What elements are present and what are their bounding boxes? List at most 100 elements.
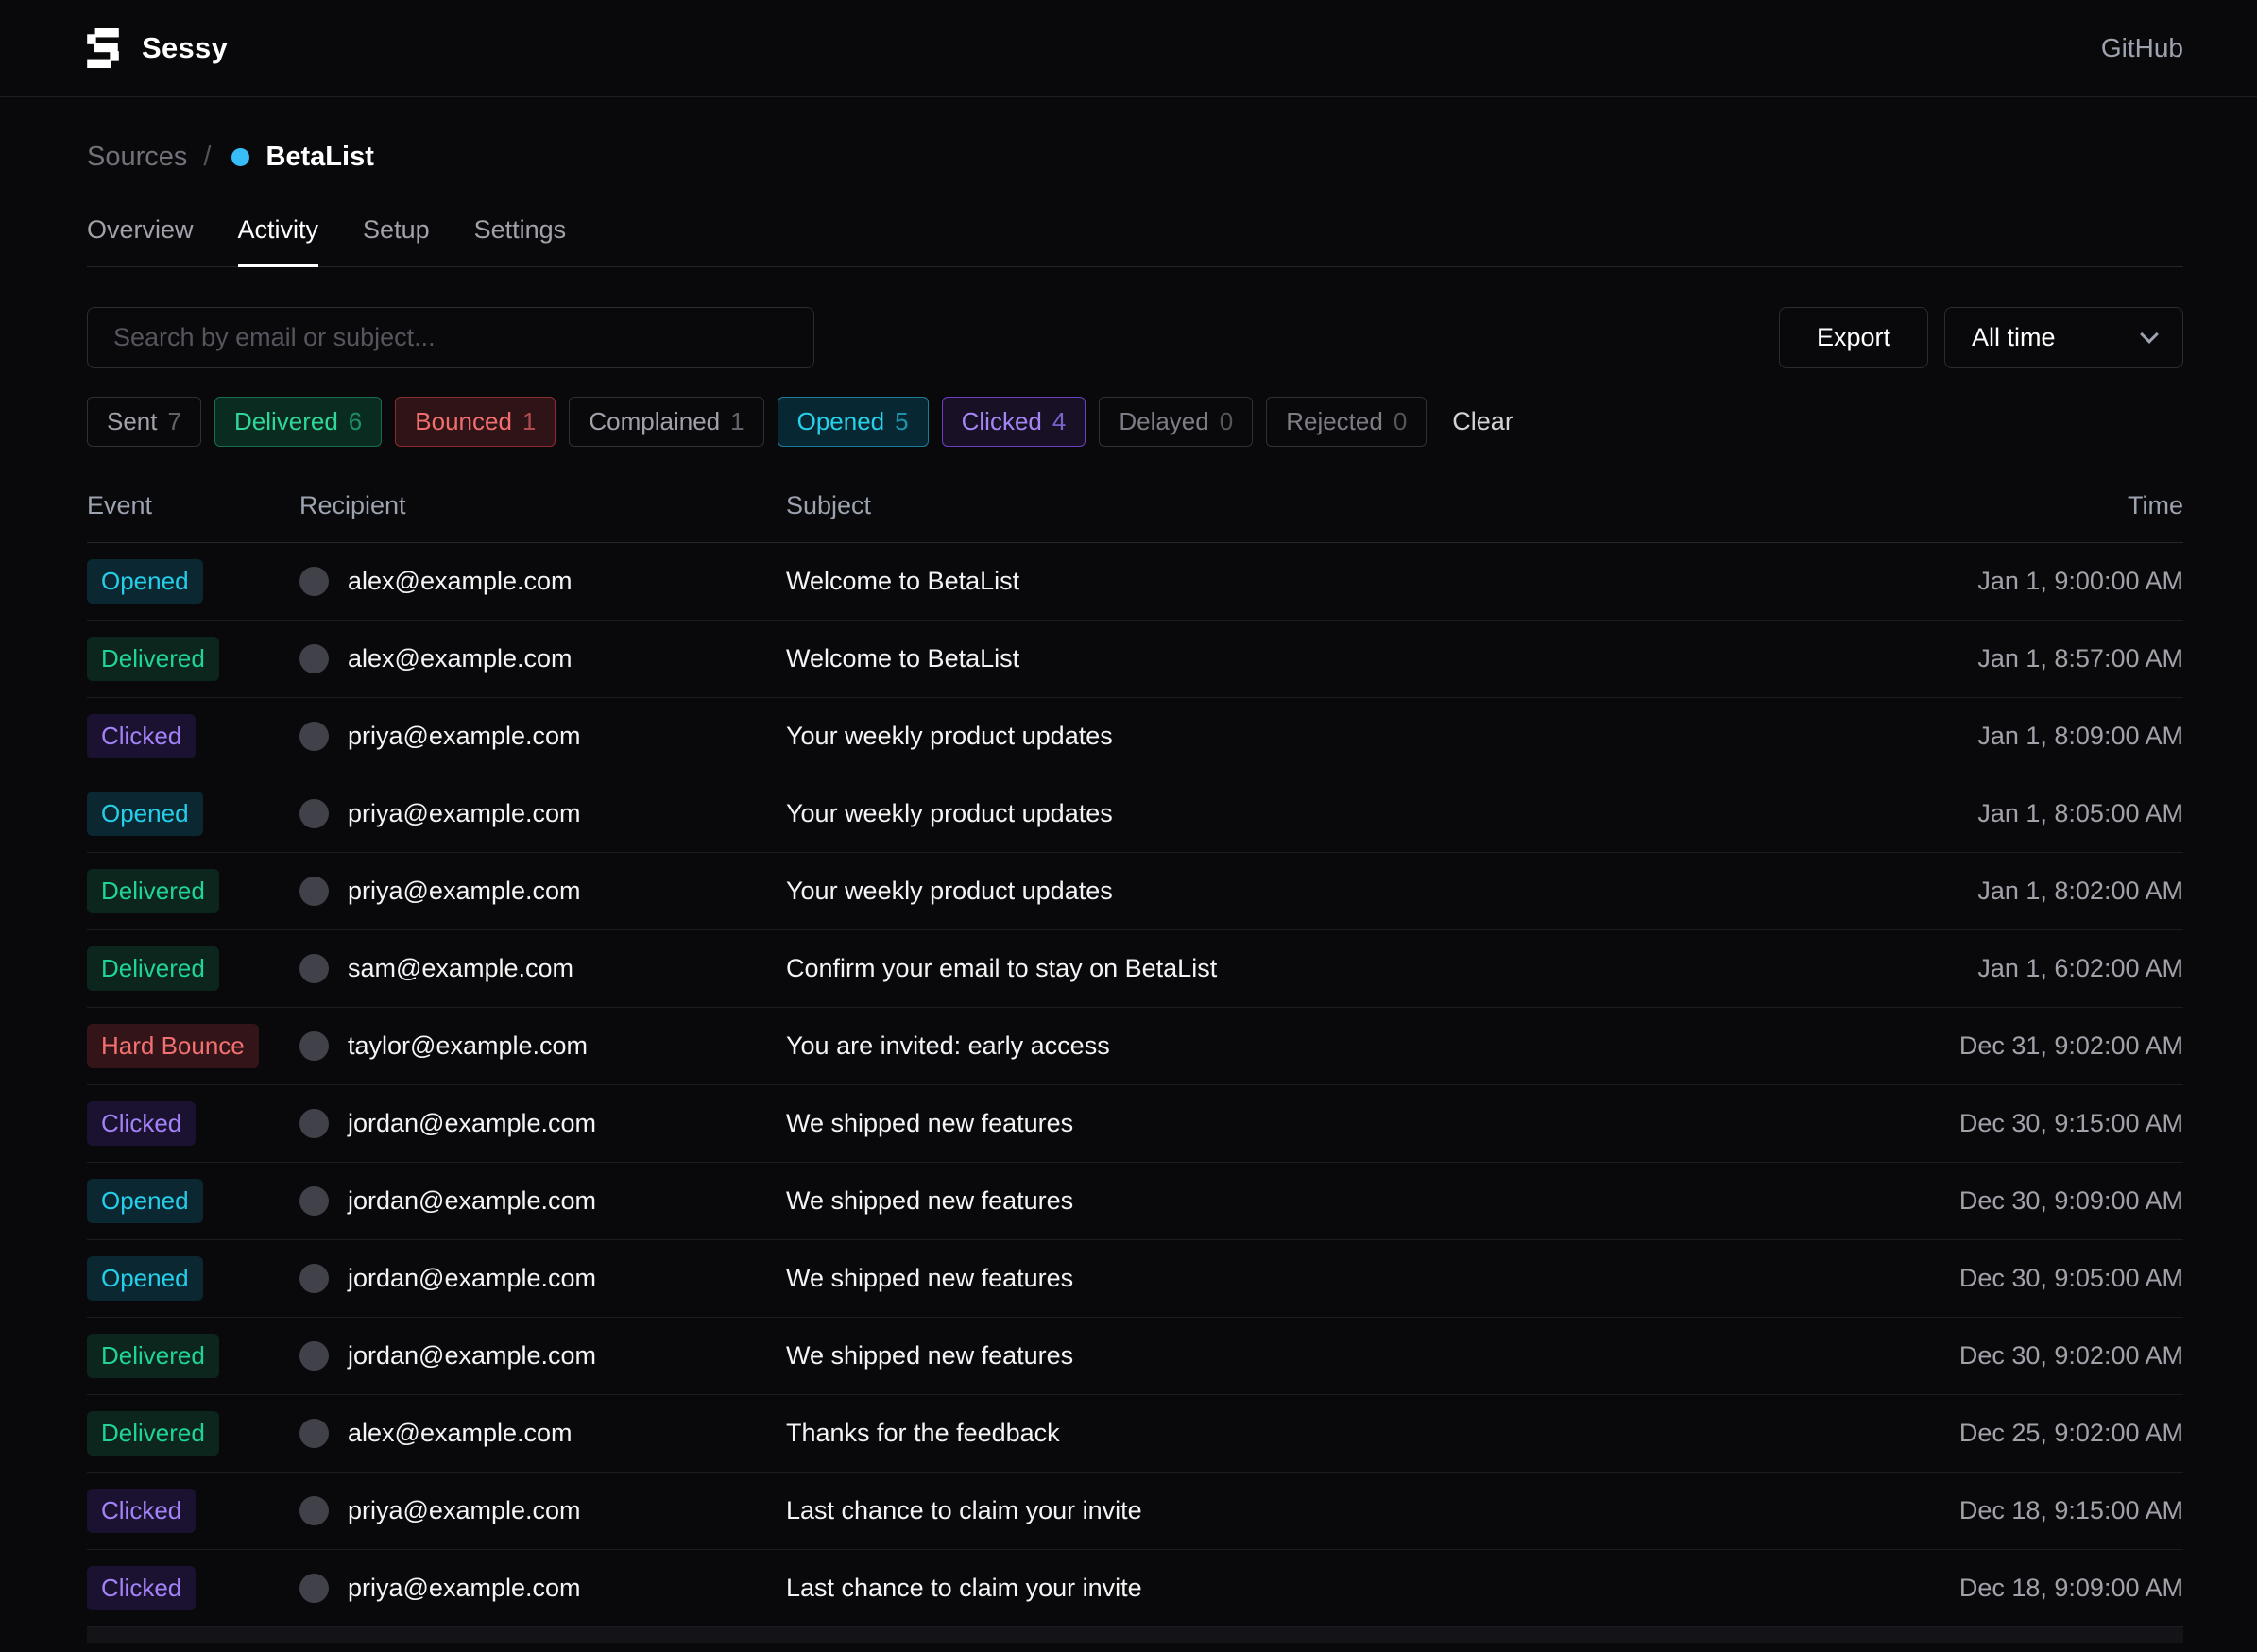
topbar: Sessy GitHub — [0, 0, 2257, 97]
table-row[interactable]: Clickedpriya@example.comLast chance to c… — [87, 1473, 2183, 1550]
avatar — [299, 954, 329, 983]
recipient-cell: taylor@example.com — [299, 1031, 786, 1061]
recipient-cell: jordan@example.com — [299, 1341, 786, 1371]
filter-chips: Sent7 Delivered6 Bounced1 Complained 1 Opened… — [87, 397, 2183, 447]
chip-count: 5 — [895, 407, 908, 436]
github-link[interactable]: GitHub — [2101, 33, 2183, 63]
chip-count: 1 — [730, 407, 744, 436]
avatar — [299, 1341, 329, 1371]
header-subject: Subject — [786, 491, 1777, 520]
filter-chip-rejected[interactable]: Rejected0 — [1266, 397, 1427, 447]
table-row[interactable]: Openedalex@example.comWelcome to BetaLis… — [87, 543, 2183, 621]
header-time: Time — [1777, 491, 2183, 520]
event-badge: Delivered — [87, 1334, 219, 1378]
email-subject: We shipped new features — [786, 1341, 1777, 1371]
event-cell: Hard Bounce — [87, 1024, 299, 1068]
chip-count: 1 — [522, 407, 536, 436]
tab-settings[interactable]: Settings — [474, 215, 567, 267]
recipient-cell: jordan@example.com — [299, 1109, 786, 1138]
table-row[interactable]: Deliveredsam@example.comConfirm your ema… — [87, 930, 2183, 1008]
event-time: Dec 18, 9:09:00 AM — [1777, 1574, 2183, 1603]
email-subject: Confirm your email to stay on BetaList — [786, 954, 1777, 983]
filter-chip-bounced[interactable]: Bounced1 — [395, 397, 556, 447]
search-input[interactable] — [87, 307, 814, 368]
avatar — [299, 877, 329, 906]
event-cell: Delivered — [87, 637, 299, 681]
filter-chip-complained[interactable]: Complained 1 — [569, 397, 763, 447]
recipient-cell: alex@example.com — [299, 644, 786, 673]
event-cell: Opened — [87, 559, 299, 604]
avatar — [299, 567, 329, 596]
chip-label: Sent — [107, 407, 158, 436]
tab-overview[interactable]: Overview — [87, 215, 194, 267]
clear-filters-button[interactable]: Clear — [1452, 407, 1513, 436]
recipient-email: alex@example.com — [348, 567, 573, 596]
events-table: Openedalex@example.comWelcome to BetaLis… — [87, 543, 2183, 1627]
table-row[interactable]: Clickedpriya@example.comYour weekly prod… — [87, 698, 2183, 775]
recipient-email: taylor@example.com — [348, 1031, 588, 1061]
table-row[interactable]: Clickedpriya@example.comLast chance to c… — [87, 1550, 2183, 1627]
recipient-cell: alex@example.com — [299, 1419, 786, 1448]
recipient-cell: priya@example.com — [299, 1496, 786, 1525]
chip-count: 6 — [349, 407, 362, 436]
event-badge: Opened — [87, 559, 203, 604]
filter-chip-clicked[interactable]: Clicked4 — [942, 397, 1086, 447]
avatar — [299, 1264, 329, 1293]
brand: Sessy — [87, 28, 228, 68]
event-badge: Clicked — [87, 714, 196, 758]
email-subject: Your weekly product updates — [786, 799, 1777, 828]
table-row[interactable]: Openedpriya@example.comYour weekly produ… — [87, 775, 2183, 853]
email-subject: We shipped new features — [786, 1186, 1777, 1216]
event-badge: Delivered — [87, 946, 219, 991]
recipient-email: alex@example.com — [348, 1419, 573, 1448]
event-time: Jan 1, 6:02:00 AM — [1777, 954, 2183, 983]
filter-chip-delayed[interactable]: Delayed 0 — [1099, 397, 1253, 447]
chip-label: Complained — [589, 407, 720, 436]
table-row[interactable]: Clickedjordan@example.comWe shipped new … — [87, 1085, 2183, 1163]
event-badge: Clicked — [87, 1101, 196, 1146]
table-row[interactable]: Openedjordan@example.comWe shipped new f… — [87, 1163, 2183, 1240]
chip-count: 0 — [1220, 407, 1233, 436]
recipient-cell: priya@example.com — [299, 799, 786, 828]
event-badge: Delivered — [87, 1411, 219, 1456]
table-row[interactable]: Hard Bouncetaylor@example.comYou are inv… — [87, 1008, 2183, 1085]
table-row[interactable]: Delivered jordan@example.comWe shipped ne… — [87, 1318, 2183, 1395]
event-time: Dec 30, 9:02:00 AM — [1777, 1341, 2183, 1371]
table-row[interactable]: Deliveredalex@example.comWelcome to Beta… — [87, 621, 2183, 698]
chip-label: Opened — [797, 407, 885, 436]
time-range-select[interactable]: All time — [1944, 307, 2183, 368]
chip-label: Delayed — [1119, 407, 1208, 436]
recipient-cell: alex@example.com — [299, 567, 786, 596]
table-row[interactable]: Deliveredalex@example.comThanks for the … — [87, 1395, 2183, 1473]
recipient-cell: jordan@example.com — [299, 1186, 786, 1216]
filter-chip-sent[interactable]: Sent7 — [87, 397, 201, 447]
event-time: Dec 18, 9:15:00 AM — [1777, 1496, 2183, 1525]
breadcrumb: Sources / BetaList — [87, 142, 2183, 173]
avatar — [299, 799, 329, 828]
event-cell: Clicked — [87, 1489, 299, 1533]
tabs-bar: Overview Activity Setup Settings — [87, 215, 2183, 267]
event-cell: Clicked — [87, 1101, 299, 1146]
tab-activity[interactable]: Activity — [238, 215, 319, 267]
tab-setup[interactable]: Setup — [363, 215, 430, 267]
filter-chip-delivered[interactable]: Delivered6 — [214, 397, 382, 447]
breadcrumb-sources-link[interactable]: Sources — [87, 142, 187, 173]
table-row[interactable]: Deliveredpriya@example.comYour weekly pr… — [87, 853, 2183, 930]
recipient-email: alex@example.com — [348, 644, 573, 673]
event-cell: Delivered — [87, 869, 299, 913]
event-time: Jan 1, 8:57:00 AM — [1777, 644, 2183, 673]
event-cell: Delivered — [87, 1334, 299, 1378]
avatar — [299, 1186, 329, 1216]
event-cell: Delivered — [87, 1411, 299, 1456]
event-cell: Delivered — [87, 946, 299, 991]
filter-chip-opened[interactable]: Opened 5 — [778, 397, 929, 447]
toolbar: Export All time — [87, 307, 2183, 368]
avatar — [299, 1496, 329, 1525]
chip-count: 0 — [1394, 407, 1407, 436]
email-subject: Your weekly product updates — [786, 877, 1777, 906]
export-button[interactable]: Export — [1779, 307, 1928, 368]
header-event: Event — [87, 491, 299, 520]
table-row[interactable]: Openedjordan@example.comWe shipped new f… — [87, 1240, 2183, 1318]
recipient-email: jordan@example.com — [348, 1109, 596, 1138]
event-time: Dec 30, 9:05:00 AM — [1777, 1264, 2183, 1293]
